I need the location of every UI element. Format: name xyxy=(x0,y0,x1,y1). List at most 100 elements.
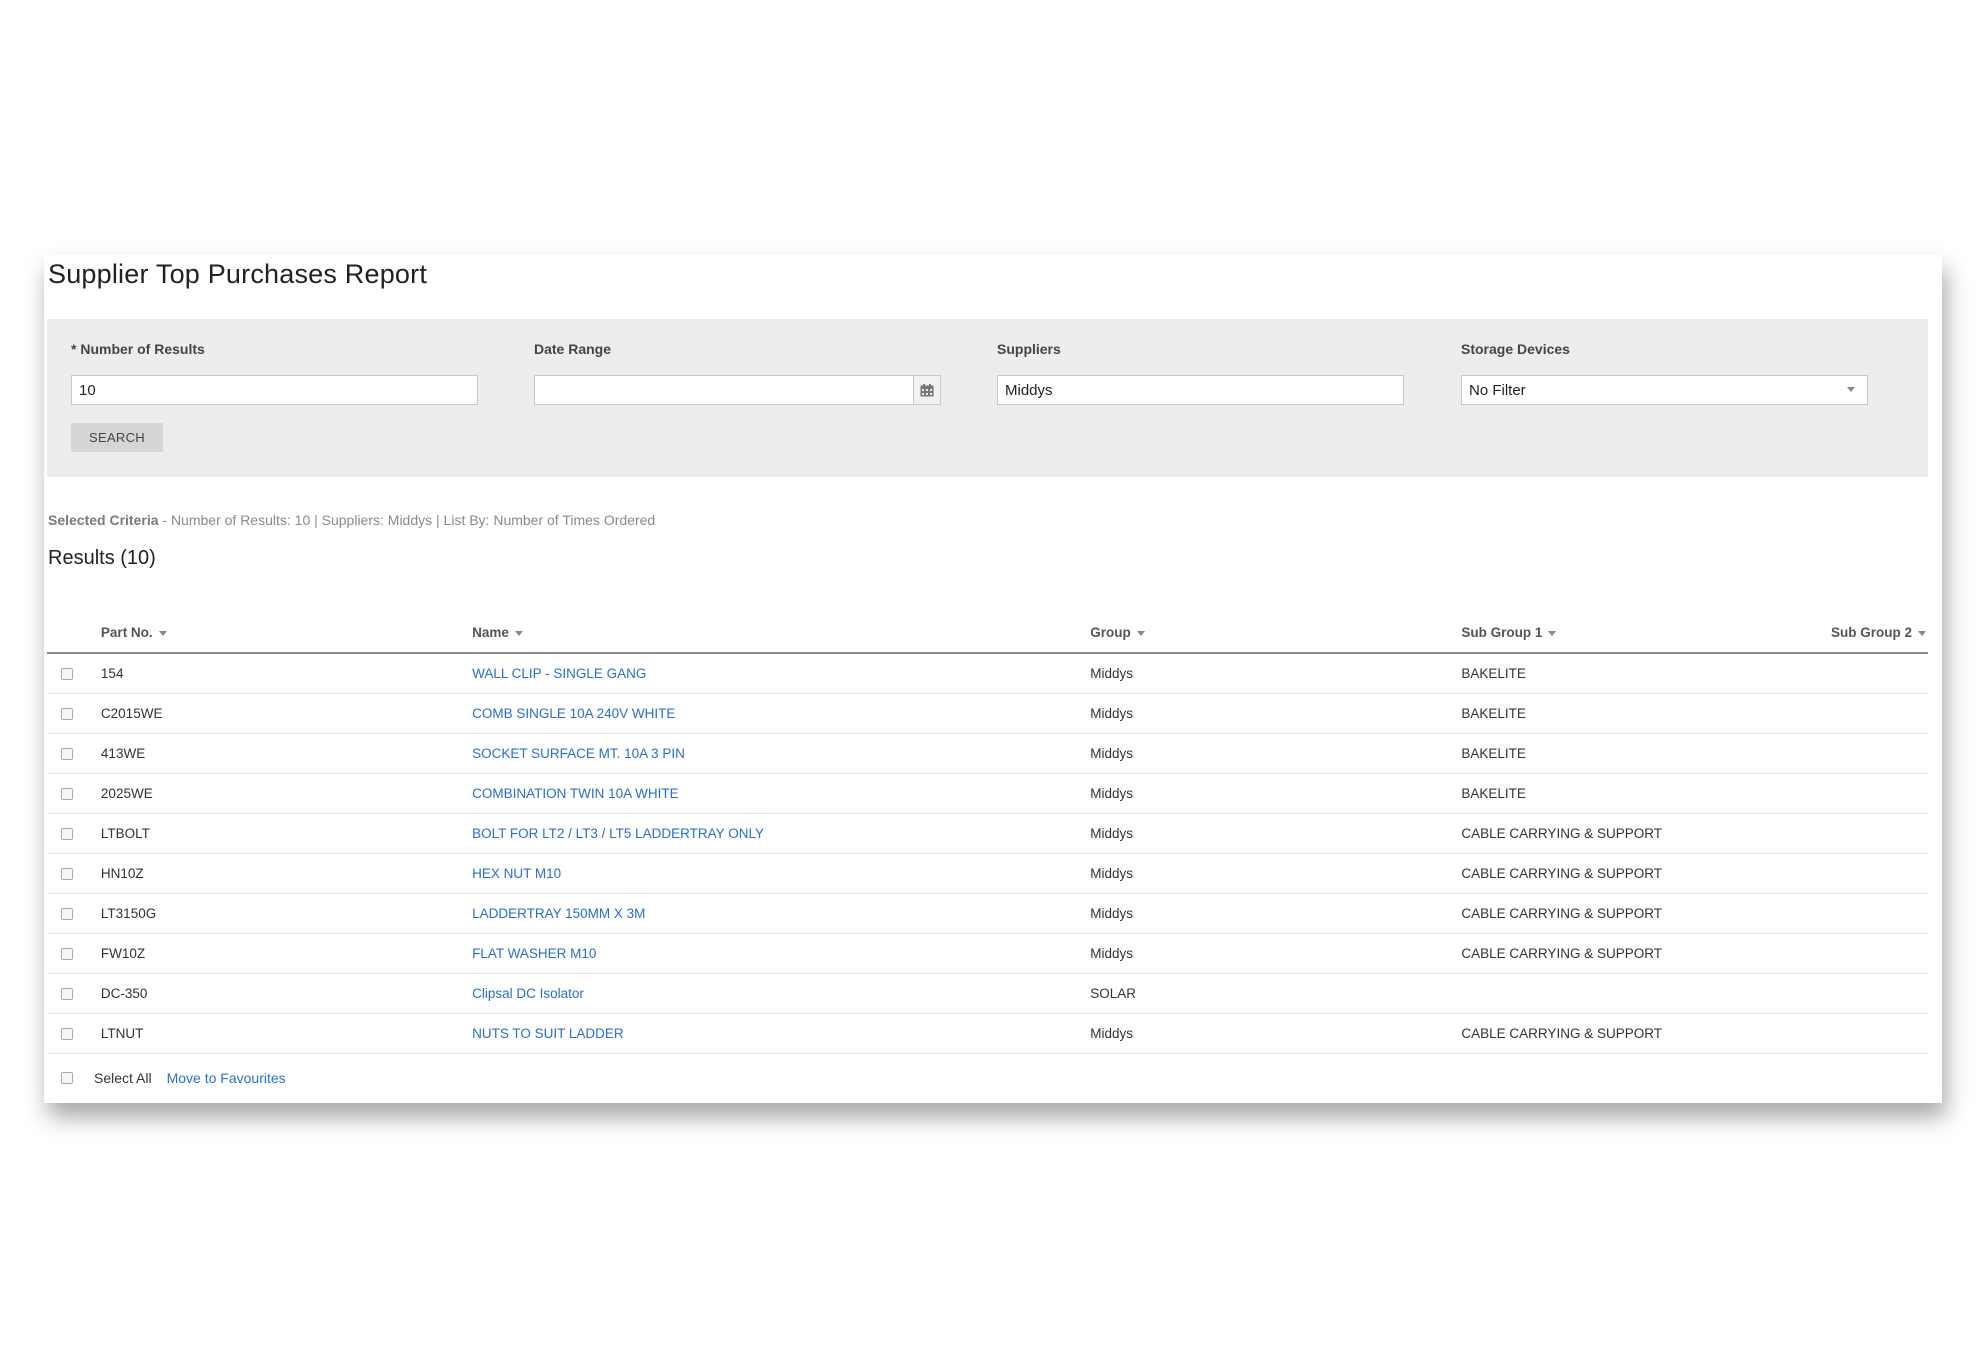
part-name-link[interactable]: COMB SINGLE 10A 240V WHITE xyxy=(472,706,675,721)
sub-group-1-cell xyxy=(1461,973,1831,1014)
part-no-cell: LT3150G xyxy=(100,893,473,934)
sort-icon xyxy=(158,630,167,636)
table-row: 154 WALL CLIP - SINGLE GANG Middys BAKELITE xyxy=(47,653,1928,694)
sub-group-1-cell: CABLE CARRYING & SUPPORT xyxy=(1461,933,1831,974)
selected-criteria-text: - Number of Results: 10 | Suppliers: Mid… xyxy=(158,512,656,528)
sub-group-2-cell xyxy=(1831,1013,1928,1054)
part-no-cell: 2025WE xyxy=(100,773,473,814)
part-no-cell: C2015WE xyxy=(100,693,473,734)
chevron-down-icon xyxy=(1847,387,1855,392)
date-range-input[interactable] xyxy=(534,375,941,405)
column-label: Group xyxy=(1090,625,1131,640)
group-cell: Middys xyxy=(1090,853,1462,894)
column-header-name[interactable]: Name xyxy=(472,613,1091,654)
storage-devices-label: Storage Devices xyxy=(1461,341,1570,357)
row-checkbox-cell xyxy=(47,813,101,854)
table-row: 2025WE COMBINATION TWIN 10A WHITE Middys BA… xyxy=(47,773,1928,814)
results-title: Results (10) xyxy=(48,547,156,569)
part-no-cell: LTNUT xyxy=(100,1013,473,1054)
column-header-sub-group-1[interactable]: Sub Group 1 xyxy=(1461,613,1831,654)
name-cell: LADDERTRAY 150MM X 3M xyxy=(472,893,1091,934)
sub-group-2-cell xyxy=(1831,653,1928,694)
table-row: DC-350 Clipsal DC Isolator SOLAR xyxy=(47,973,1928,1014)
sub-group-2-cell xyxy=(1831,773,1928,814)
part-name-link[interactable]: COMBINATION TWIN 10A WHITE xyxy=(472,786,679,801)
row-checkbox[interactable] xyxy=(61,827,73,840)
table-row: LTNUT NUTS TO SUIT LADDER Middys CABLE CARR… xyxy=(47,1013,1928,1054)
select-all-label: Select All xyxy=(94,1070,152,1086)
group-cell: Middys xyxy=(1090,653,1462,694)
group-cell: Middys xyxy=(1090,813,1462,854)
row-checkbox-cell xyxy=(47,653,101,694)
row-checkbox[interactable] xyxy=(61,867,73,880)
name-cell: Clipsal DC Isolator xyxy=(472,973,1091,1014)
column-header-group[interactable]: Group xyxy=(1090,613,1462,654)
row-checkbox[interactable] xyxy=(61,987,73,1000)
name-cell: WALL CLIP - SINGLE GANG xyxy=(472,653,1091,694)
sub-group-1-cell: CABLE CARRYING & SUPPORT xyxy=(1461,893,1831,934)
row-checkbox-cell xyxy=(47,973,101,1014)
sort-icon xyxy=(1548,630,1557,636)
part-name-link[interactable]: SOCKET SURFACE MT. 10A 3 PIN xyxy=(472,746,685,761)
column-header-part-no[interactable]: Part No. xyxy=(100,613,473,654)
results-table: Part No. Name Group Sub Group 1 Sub Grou… xyxy=(47,613,1928,1054)
part-name-link[interactable]: FLAT WASHER M10 xyxy=(472,946,596,961)
sub-group-1-cell: CABLE CARRYING & SUPPORT xyxy=(1461,813,1831,854)
sub-group-2-cell xyxy=(1831,933,1928,974)
group-cell: Middys xyxy=(1090,693,1462,734)
part-name-link[interactable]: WALL CLIP - SINGLE GANG xyxy=(472,666,646,681)
group-cell: Middys xyxy=(1090,933,1462,974)
number-of-results-label: * Number of Results xyxy=(71,341,205,357)
row-checkbox[interactable] xyxy=(61,668,73,681)
sub-group-2-cell xyxy=(1831,813,1928,854)
part-no-cell: LTBOLT xyxy=(100,813,473,854)
sort-icon xyxy=(1918,630,1926,636)
selected-criteria-label: Selected Criteria xyxy=(48,512,159,528)
group-cell: Middys xyxy=(1090,1013,1462,1054)
column-label: Sub Group 2 xyxy=(1831,625,1912,640)
sub-group-2-cell xyxy=(1831,733,1928,774)
row-checkbox-cell xyxy=(47,933,101,974)
select-all-checkbox[interactable] xyxy=(61,1072,73,1084)
row-checkbox[interactable] xyxy=(61,907,73,920)
suppliers-label: Suppliers xyxy=(997,341,1061,357)
part-name-link[interactable]: BOLT FOR LT2 / LT3 / LT5 LADDERTRAY ONLY xyxy=(472,826,764,841)
row-checkbox[interactable] xyxy=(61,707,73,720)
table-row: FW10Z FLAT WASHER M10 Middys CABLE CARRYING… xyxy=(47,933,1928,974)
sub-group-1-cell: BAKELITE xyxy=(1461,693,1831,734)
name-cell: NUTS TO SUIT LADDER xyxy=(472,1013,1091,1054)
date-range-label: Date Range xyxy=(534,341,612,357)
name-cell: COMB SINGLE 10A 240V WHITE xyxy=(472,693,1091,734)
table-row: 413WE SOCKET SURFACE MT. 10A 3 PIN Middys B… xyxy=(47,733,1928,774)
row-checkbox[interactable] xyxy=(61,1027,73,1040)
part-no-cell: DC-350 xyxy=(100,973,473,1014)
part-no-cell: 154 xyxy=(100,653,473,694)
table-header-row: Part No. Name Group Sub Group 1 Sub Grou… xyxy=(47,613,1928,654)
name-cell: SOCKET SURFACE MT. 10A 3 PIN xyxy=(472,733,1091,774)
sub-group-2-cell xyxy=(1831,893,1928,934)
storage-devices-value: No Filter xyxy=(1469,382,1526,399)
row-checkbox[interactable] xyxy=(61,747,73,760)
row-checkbox-cell xyxy=(47,693,101,734)
move-to-favourites-link[interactable]: Move to Favourites xyxy=(167,1070,286,1086)
sub-group-1-cell: BAKELITE xyxy=(1461,733,1831,774)
selected-criteria: Selected Criteria - Number of Results: 1… xyxy=(48,512,655,528)
row-checkbox[interactable] xyxy=(61,947,73,960)
filter-panel: * Number of Results 10 Date Range Suppli… xyxy=(47,319,1928,477)
number-of-results-input[interactable]: 10 xyxy=(71,375,478,405)
suppliers-input[interactable]: Middys xyxy=(997,375,1404,405)
storage-devices-select[interactable]: No Filter xyxy=(1461,375,1868,405)
part-name-link[interactable]: HEX NUT M10 xyxy=(472,866,561,881)
sort-icon xyxy=(1136,630,1145,636)
calendar-icon[interactable] xyxy=(913,376,940,404)
table-row: LT3150G LADDERTRAY 150MM X 3M Middys CABLE … xyxy=(47,893,1928,934)
sort-icon xyxy=(514,630,523,636)
part-name-link[interactable]: LADDERTRAY 150MM X 3M xyxy=(472,906,645,921)
search-button[interactable]: SEARCH xyxy=(71,423,163,452)
column-label: Part No. xyxy=(100,625,153,640)
column-header-sub-group-2[interactable]: Sub Group 2 xyxy=(1831,613,1928,654)
row-checkbox[interactable] xyxy=(61,787,73,800)
row-checkbox-cell xyxy=(47,1013,101,1054)
part-name-link[interactable]: NUTS TO SUIT LADDER xyxy=(472,1026,624,1041)
part-name-link[interactable]: Clipsal DC Isolator xyxy=(472,986,584,1001)
